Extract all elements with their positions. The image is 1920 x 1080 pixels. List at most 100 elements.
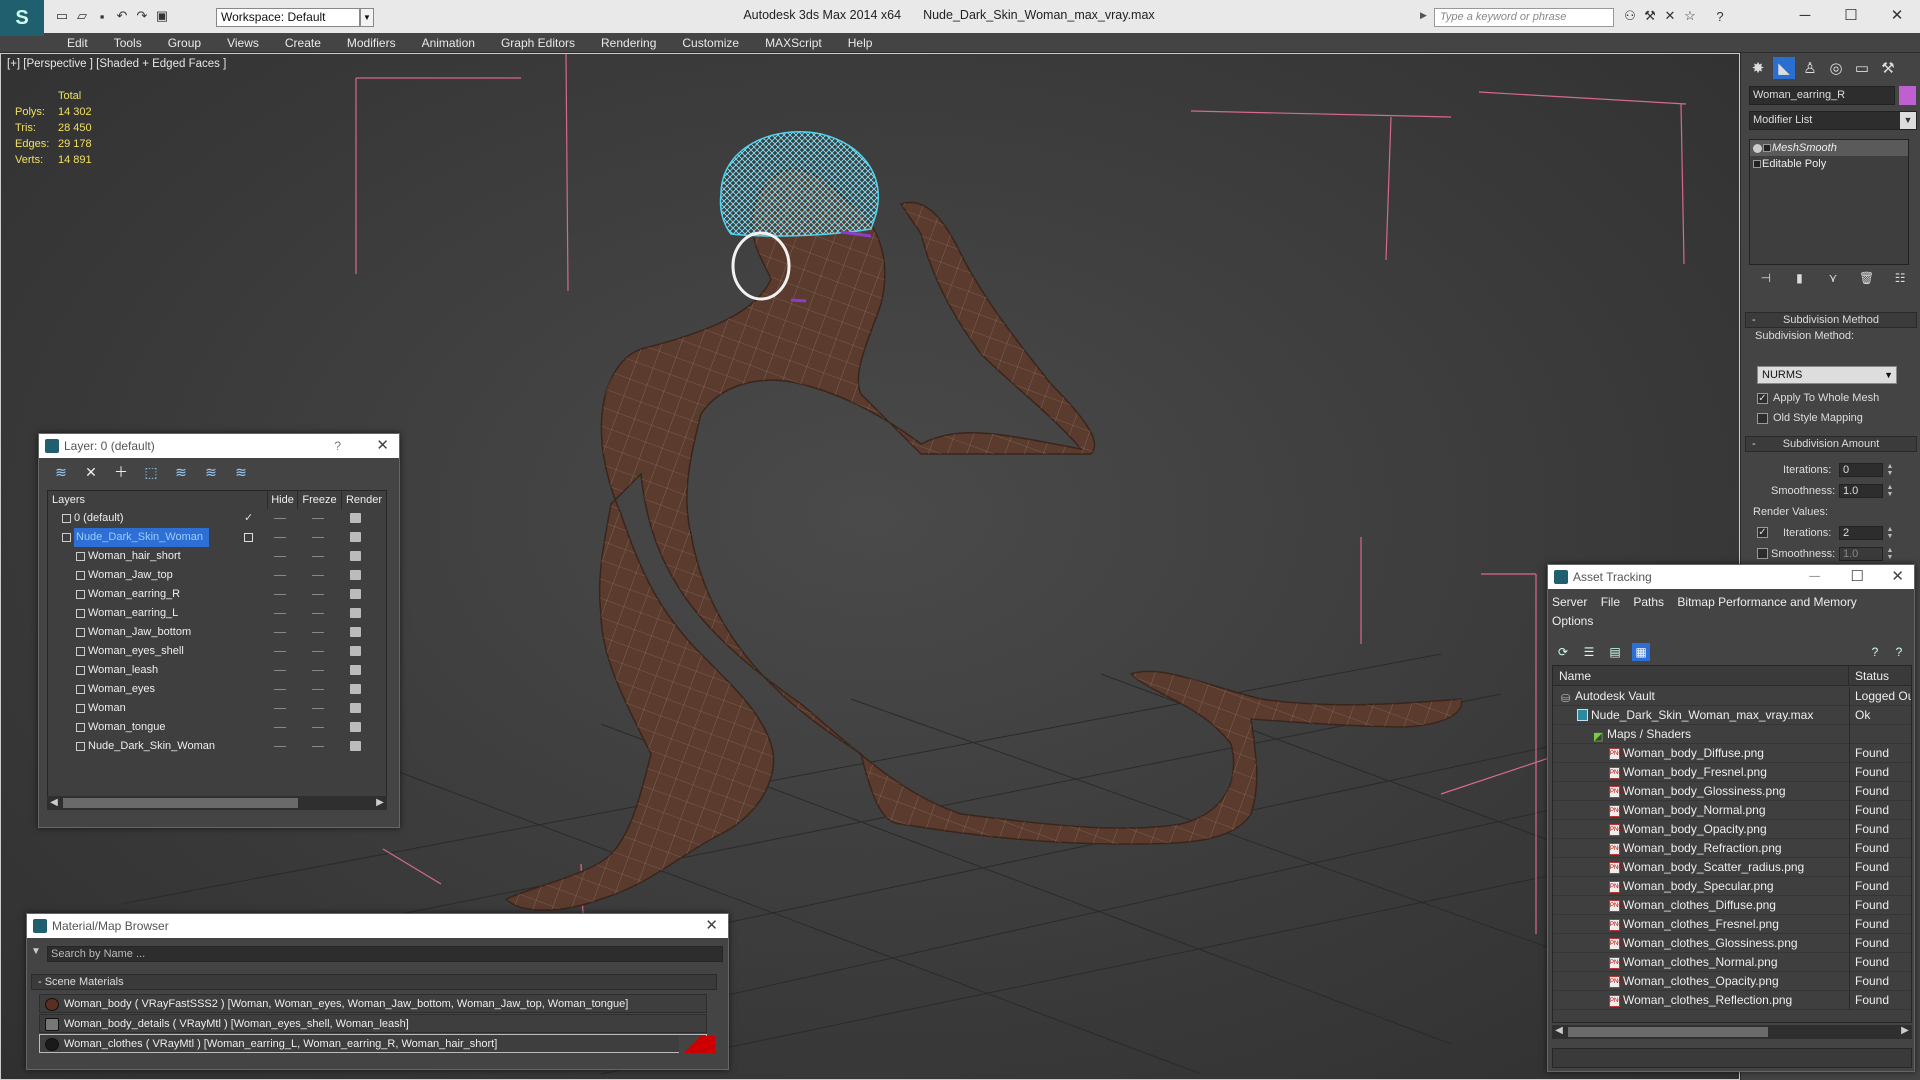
- asset-row[interactable]: PNG Woman_body_Diffuse.png Found: [1553, 744, 1911, 763]
- modifier-list-dropdown[interactable]: Modifier List ▼: [1749, 111, 1917, 130]
- asset-row[interactable]: PNG Woman_clothes_Glossiness.png Found: [1553, 934, 1911, 953]
- set-current-layer-icon[interactable]: [244, 533, 253, 542]
- layer-name[interactable]: Woman_earring_L: [88, 604, 178, 623]
- help-icon[interactable]: ?: [334, 434, 341, 458]
- hide-toggle-icon[interactable]: [274, 518, 286, 519]
- save-file-icon[interactable]: ▪: [92, 6, 112, 26]
- render-iterations-spinner[interactable]: 2: [1839, 526, 1883, 540]
- new-file-icon[interactable]: ▭: [52, 6, 72, 26]
- hide-toggle-icon[interactable]: [274, 537, 286, 538]
- menu-server[interactable]: Server: [1552, 595, 1587, 609]
- asset-row[interactable]: PNG Woman_clothes_Diffuse.png Found: [1553, 896, 1911, 915]
- context-help-icon[interactable]: ?: [1890, 643, 1908, 661]
- freeze-toggle-icon[interactable]: [312, 537, 324, 538]
- highlight-selected-icon[interactable]: ≋: [171, 462, 191, 482]
- column-header-status[interactable]: Status: [1849, 666, 1911, 686]
- freeze-toggle-icon[interactable]: [312, 689, 324, 690]
- menu-edit[interactable]: Edit: [54, 33, 101, 53]
- material-browser-titlebar[interactable]: Material/Map Browser ✕: [27, 914, 728, 938]
- configure-sets-icon[interactable]: ☷: [1891, 271, 1909, 289]
- layer-name[interactable]: Woman_Jaw_bottom: [88, 623, 191, 642]
- add-to-layer-icon[interactable]: ＋: [111, 462, 131, 482]
- asset-row[interactable]: PNG Woman_body_Normal.png Found: [1553, 801, 1911, 820]
- object-color-swatch[interactable]: [1899, 86, 1916, 105]
- render-toggle-icon[interactable]: [350, 513, 361, 523]
- hide-toggle-icon[interactable]: [274, 575, 286, 576]
- layer-name[interactable]: Woman_earring_R: [88, 585, 180, 604]
- freeze-toggle-icon[interactable]: [312, 746, 324, 747]
- undo-icon[interactable]: ↶: [112, 6, 132, 26]
- menu-maxscript[interactable]: MAXScript: [752, 33, 835, 53]
- asset-row[interactable]: PNG Woman_clothes_Reflection.png Found: [1553, 991, 1911, 1010]
- expand-icon[interactable]: [1763, 144, 1771, 152]
- render-toggle-icon[interactable]: [350, 532, 361, 542]
- iterations-spinner[interactable]: 0: [1839, 463, 1883, 477]
- hide-toggle-icon[interactable]: [274, 708, 286, 709]
- redo-icon[interactable]: ↷: [132, 6, 152, 26]
- freeze-toggle-icon[interactable]: [312, 708, 324, 709]
- asset-row[interactable]: PNG Woman_clothes_Opacity.png Found: [1553, 972, 1911, 991]
- menu-graph-editors[interactable]: Graph Editors: [488, 33, 588, 53]
- hierarchy-tab-icon[interactable]: ♙: [1799, 57, 1821, 79]
- render-toggle-icon[interactable]: [350, 627, 361, 637]
- render-toggle-icon[interactable]: [350, 646, 361, 656]
- material-item-selected[interactable]: Woman_clothes ( VRayMtl ) [Woman_earring…: [39, 1034, 707, 1053]
- menu-rendering[interactable]: Rendering: [588, 33, 669, 53]
- layer-row[interactable]: Woman_Jaw_top: [48, 566, 386, 585]
- pin-stack-icon[interactable]: ⊣: [1757, 271, 1775, 289]
- asset-row[interactable]: Nude_Dark_Skin_Woman_max_vray.max Ok: [1553, 706, 1911, 725]
- layer-name[interactable]: Woman_hair_short: [88, 547, 181, 566]
- tools-icon[interactable]: ⚒: [1640, 6, 1660, 26]
- layer-row[interactable]: Woman_tongue: [48, 718, 386, 737]
- layer-row[interactable]: Nude_Dark_Skin_Woman: [48, 528, 386, 547]
- expand-icon[interactable]: [1753, 160, 1761, 168]
- freeze-toggle-icon[interactable]: [312, 727, 324, 728]
- display-tab-icon[interactable]: ▭: [1851, 57, 1873, 79]
- render-toggle-icon[interactable]: [350, 589, 361, 599]
- asset-row[interactable]: PNG Woman_clothes_Normal.png Found: [1553, 953, 1911, 972]
- open-file-icon[interactable]: ▱: [72, 6, 92, 26]
- hide-toggle-icon[interactable]: [274, 556, 286, 557]
- close-icon[interactable]: ✕: [1891, 565, 1904, 589]
- hide-toggle-icon[interactable]: [274, 613, 286, 614]
- make-unique-icon[interactable]: ⋎: [1824, 271, 1842, 289]
- maximize-icon[interactable]: ☐: [1828, 0, 1874, 30]
- menu-views[interactable]: Views: [214, 33, 272, 53]
- menu-help[interactable]: Help: [835, 33, 886, 53]
- layer-row[interactable]: Nude_Dark_Skin_Woman: [48, 737, 386, 756]
- create-tab-icon[interactable]: ✸: [1747, 57, 1769, 79]
- asset-tracking-titlebar[interactable]: Asset Tracking ─ ☐ ✕: [1548, 565, 1914, 589]
- workspace-dropdown[interactable]: Workspace: Default ▼: [216, 8, 374, 27]
- spinner-arrows-icon[interactable]: ▲ ▼: [1885, 463, 1895, 477]
- hide-toggle-icon[interactable]: [274, 670, 286, 671]
- asset-row[interactable]: PNG Woman_body_Specular.png Found: [1553, 877, 1911, 896]
- layer-name[interactable]: Woman_tongue: [88, 718, 165, 737]
- menu-modifiers[interactable]: Modifiers: [334, 33, 409, 53]
- search-expand-icon[interactable]: ▶: [1420, 10, 1430, 25]
- asset-row[interactable]: PNG Woman_body_Opacity.png Found: [1553, 820, 1911, 839]
- scroll-left-icon[interactable]: ◀: [47, 796, 61, 810]
- smoothness-spinner[interactable]: 1.0: [1839, 484, 1883, 498]
- column-header-hide[interactable]: Hide: [268, 491, 298, 509]
- asset-row[interactable]: ⛁ Autodesk Vault Logged Out: [1553, 687, 1911, 706]
- menu-customize[interactable]: Customize: [669, 33, 752, 53]
- menu-options[interactable]: Options: [1552, 614, 1593, 628]
- scroll-right-icon[interactable]: ▶: [373, 796, 387, 810]
- menu-bitmap-performance[interactable]: Bitmap Performance and Memory: [1677, 595, 1856, 609]
- freeze-toggle-icon[interactable]: [312, 575, 324, 576]
- render-toggle-icon[interactable]: [350, 722, 361, 732]
- freeze-toggle-icon[interactable]: [312, 670, 324, 671]
- layer-name[interactable]: Nude_Dark_Skin_Woman: [74, 528, 209, 547]
- lightbulb-icon[interactable]: [1753, 144, 1762, 153]
- menu-create[interactable]: Create: [272, 33, 334, 53]
- minimize-icon[interactable]: ─: [1809, 565, 1820, 589]
- render-iterations-checkbox[interactable]: ✓: [1757, 527, 1768, 538]
- layer-name[interactable]: Woman_eyes_shell: [88, 642, 184, 661]
- render-toggle-icon[interactable]: [350, 570, 361, 580]
- help-icon[interactable]: ?: [1866, 643, 1884, 661]
- hide-toggle-icon[interactable]: [274, 632, 286, 633]
- asset-row[interactable]: PNG Woman_body_Fresnel.png Found: [1553, 763, 1911, 782]
- layer-window-titlebar[interactable]: Layer: 0 (default) ? ✕: [39, 434, 399, 458]
- close-icon[interactable]: ✕: [705, 914, 718, 938]
- render-toggle-icon[interactable]: [350, 608, 361, 618]
